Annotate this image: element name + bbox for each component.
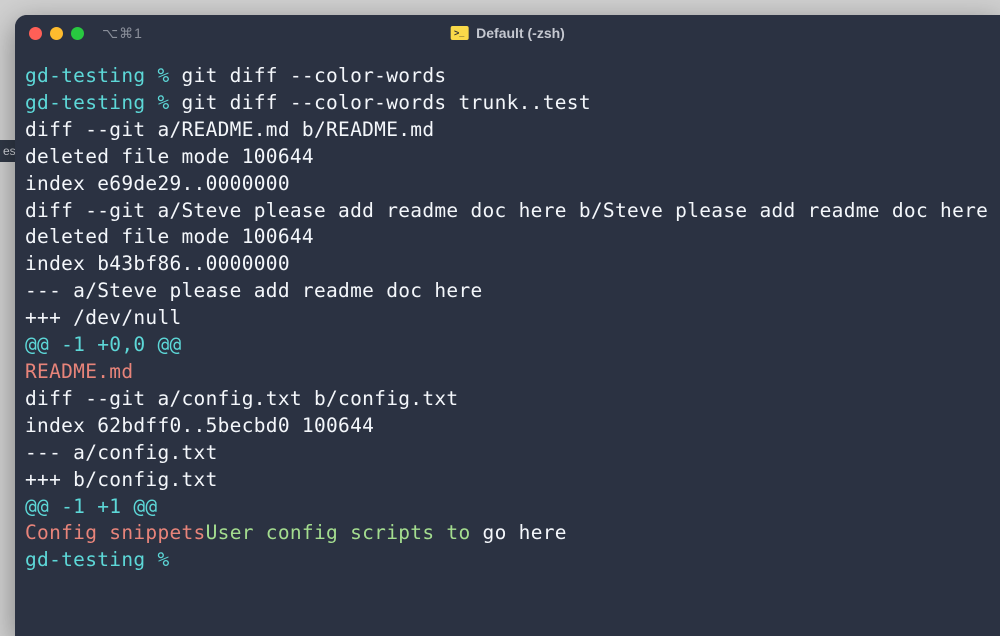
window-titlebar[interactable]: ⌥⌘1 >_ Default (-zsh): [15, 15, 1000, 51]
terminal-line: gd-testing % git diff --color-words: [25, 63, 990, 90]
diff-plus-file: +++ /dev/null: [25, 305, 990, 332]
diff-added-words: User config scripts to: [206, 521, 471, 544]
window-title: >_ Default (-zsh): [450, 25, 565, 41]
keyboard-shortcut-label: ⌥⌘1: [102, 25, 143, 42]
traffic-lights: [29, 27, 84, 40]
diff-hunk-header: @@ -1 +1 @@: [25, 494, 990, 521]
diff-output: index 62bdff0..5becbd0 100644: [25, 413, 990, 440]
diff-header: diff --git a/Steve please add readme doc…: [25, 198, 990, 225]
diff-output: index b43bf86..0000000: [25, 251, 990, 278]
window-title-text: Default (-zsh): [476, 25, 565, 41]
diff-hunk-header: @@ -1 +0,0 @@: [25, 332, 990, 359]
diff-word-change: Config snippetsUser config scripts to go…: [25, 520, 990, 547]
terminal-content[interactable]: gd-testing % git diff --color-words gd-t…: [15, 51, 1000, 586]
minimize-icon[interactable]: [50, 27, 63, 40]
diff-context-words: go here: [471, 521, 567, 544]
close-icon[interactable]: [29, 27, 42, 40]
diff-output: deleted file mode 100644: [25, 224, 990, 251]
terminal-icon: >_: [450, 26, 468, 40]
prompt-text: gd-testing %: [25, 91, 169, 114]
diff-minus-file: --- a/Steve please add readme doc here: [25, 278, 990, 305]
diff-output: index e69de29..0000000: [25, 171, 990, 198]
diff-output: deleted file mode 100644: [25, 144, 990, 171]
diff-plus-file: +++ b/config.txt: [25, 467, 990, 494]
command-text: git diff --color-words trunk..test: [169, 91, 590, 114]
diff-header: diff --git a/README.md b/README.md: [25, 117, 990, 144]
diff-removed-words: Config snippets: [25, 521, 206, 544]
command-text: git diff --color-words: [169, 64, 446, 87]
prompt-text: gd-testing %: [25, 548, 169, 571]
terminal-line: gd-testing % git diff --color-words trun…: [25, 90, 990, 117]
terminal-line: gd-testing %: [25, 547, 990, 574]
diff-minus-file: --- a/config.txt: [25, 440, 990, 467]
prompt-text: gd-testing %: [25, 64, 169, 87]
fullscreen-icon[interactable]: [71, 27, 84, 40]
terminal-window: ⌥⌘1 >_ Default (-zsh) gd-testing % git d…: [15, 15, 1000, 636]
diff-removed: README.md: [25, 359, 990, 386]
diff-header: diff --git a/config.txt b/config.txt: [25, 386, 990, 413]
